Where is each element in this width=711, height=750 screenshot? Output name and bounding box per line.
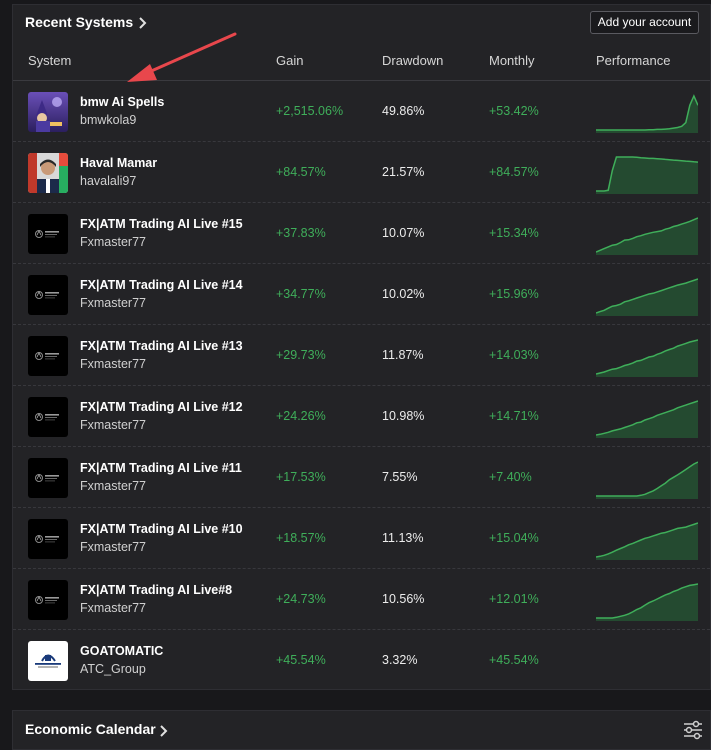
- performance-sparkline: [596, 156, 698, 194]
- gain-value: +24.73%: [276, 592, 326, 606]
- performance-sparkline: [596, 638, 698, 682]
- chevron-right-icon[interactable]: [159, 722, 169, 740]
- add-account-button[interactable]: Add your account: [590, 11, 699, 34]
- spark-line: [596, 94, 698, 131]
- system-user[interactable]: Fxmaster77: [80, 235, 146, 249]
- system-user[interactable]: Fxmaster77: [80, 357, 146, 371]
- col-drawdown[interactable]: Drawdown: [382, 53, 443, 68]
- monthly-value: +14.03%: [489, 348, 539, 362]
- drawdown-value: 49.86%: [382, 104, 425, 118]
- performance-sparkline: [596, 217, 698, 255]
- panel-header: Recent Systems Add your account: [13, 5, 710, 41]
- sliders-icon[interactable]: [682, 720, 704, 740]
- col-gain[interactable]: Gain: [276, 53, 303, 68]
- chevron-right-icon[interactable]: [138, 14, 148, 32]
- system-name[interactable]: bmw Ai Spells: [80, 95, 164, 109]
- system-name[interactable]: GOATOMATIC: [80, 644, 163, 658]
- person-avatar[interactable]: [28, 153, 68, 193]
- monthly-value: +7.40%: [489, 470, 532, 484]
- performance-sparkline: [596, 339, 698, 377]
- system-row[interactable]: FX|ATM Trading AI Live #11 Fxmaster77 +17.…: [13, 447, 710, 508]
- system-row[interactable]: FX|ATM Trading AI Live #13 Fxmaster77 +29.…: [13, 325, 710, 386]
- recent-systems-panel: Recent Systems Add your account System G…: [12, 4, 711, 690]
- system-row[interactable]: GOATOMATIC ATC_Group +45.54% 3.32% +45.54%: [13, 630, 710, 691]
- system-name[interactable]: FX|ATM Trading AI Live #14: [80, 278, 243, 292]
- monthly-value: +12.01%: [489, 592, 539, 606]
- system-name[interactable]: Haval Mamar: [80, 156, 157, 170]
- gain-value: +45.54%: [276, 653, 326, 667]
- fxatm-logo[interactable]: [28, 336, 68, 376]
- goatomatic-logo[interactable]: [28, 641, 68, 681]
- wizard-avatar[interactable]: [28, 92, 68, 132]
- drawdown-value: 10.07%: [382, 226, 425, 240]
- fxatm-logo[interactable]: [28, 458, 68, 498]
- drawdown-value: 3.32%: [382, 653, 418, 667]
- monthly-value: +15.04%: [489, 531, 539, 545]
- drawdown-value: 10.56%: [382, 592, 425, 606]
- system-user[interactable]: Fxmaster77: [80, 601, 146, 615]
- gain-value: +24.26%: [276, 409, 326, 423]
- col-performance: Performance: [596, 53, 671, 68]
- calendar-title[interactable]: Economic Calendar: [25, 721, 156, 737]
- gain-value: +84.57%: [276, 165, 326, 179]
- performance-sparkline: [596, 461, 698, 499]
- system-user[interactable]: bmwkola9: [80, 113, 136, 127]
- system-name[interactable]: FX|ATM Trading AI Live #13: [80, 339, 243, 353]
- spark-area: [596, 96, 698, 133]
- fxatm-logo[interactable]: [28, 214, 68, 254]
- system-name[interactable]: FX|ATM Trading AI Live#8: [80, 583, 232, 597]
- system-row[interactable]: FX|ATM Trading AI Live #10 Fxmaster77 +18.…: [13, 508, 710, 569]
- system-user[interactable]: Fxmaster77: [80, 418, 146, 432]
- system-user[interactable]: havalali97: [80, 174, 136, 188]
- col-system[interactable]: System: [28, 53, 71, 68]
- fxatm-logo[interactable]: [28, 519, 68, 559]
- system-row[interactable]: bmw Ai Spells bmwkola9 +2,515.06% 49.86% +53…: [13, 81, 710, 142]
- fxatm-logo[interactable]: [28, 275, 68, 315]
- gain-value: +29.73%: [276, 348, 326, 362]
- monthly-value: +45.54%: [489, 653, 539, 667]
- system-row[interactable]: Haval Mamar havalali97 +84.57% 21.57% +84.57…: [13, 142, 710, 203]
- monthly-value: +53.42%: [489, 104, 539, 118]
- panel-title[interactable]: Recent Systems: [25, 14, 133, 30]
- system-user[interactable]: Fxmaster77: [80, 540, 146, 554]
- col-monthly[interactable]: Monthly: [489, 53, 535, 68]
- drawdown-value: 10.02%: [382, 287, 425, 301]
- system-row[interactable]: FX|ATM Trading AI Live #14 Fxmaster77 +34.…: [13, 264, 710, 325]
- monthly-value: +14.71%: [489, 409, 539, 423]
- fxatm-logo[interactable]: [28, 397, 68, 437]
- performance-sparkline: [596, 583, 698, 621]
- performance-sparkline: [596, 522, 698, 560]
- system-user[interactable]: Fxmaster77: [80, 296, 146, 310]
- system-name[interactable]: FX|ATM Trading AI Live #11: [80, 461, 242, 475]
- gain-value: +17.53%: [276, 470, 326, 484]
- monthly-value: +15.96%: [489, 287, 539, 301]
- system-user[interactable]: ATC_Group: [80, 662, 146, 676]
- system-name[interactable]: FX|ATM Trading AI Live #12: [80, 400, 243, 414]
- system-name[interactable]: FX|ATM Trading AI Live #10: [80, 522, 243, 536]
- system-user[interactable]: Fxmaster77: [80, 479, 146, 493]
- drawdown-value: 21.57%: [382, 165, 425, 179]
- drawdown-value: 10.98%: [382, 409, 425, 423]
- system-name[interactable]: FX|ATM Trading AI Live #15: [80, 217, 243, 231]
- system-row[interactable]: FX|ATM Trading AI Live #12 Fxmaster77 +24.…: [13, 386, 710, 447]
- system-row[interactable]: FX|ATM Trading AI Live#8 Fxmaster77 +24.73…: [13, 569, 710, 630]
- system-row[interactable]: FX|ATM Trading AI Live #15 Fxmaster77 +37.…: [13, 203, 710, 264]
- performance-sparkline: [596, 94, 698, 133]
- spark-area: [596, 584, 698, 621]
- drawdown-value: 7.55%: [382, 470, 418, 484]
- gain-value: +2,515.06%: [276, 104, 344, 118]
- drawdown-value: 11.13%: [382, 531, 424, 545]
- spark-area: [596, 523, 698, 560]
- drawdown-value: 11.87%: [382, 348, 424, 362]
- gain-value: +34.77%: [276, 287, 326, 301]
- performance-sparkline: [596, 278, 698, 316]
- monthly-value: +15.34%: [489, 226, 539, 240]
- fxatm-logo[interactable]: [28, 580, 68, 620]
- gain-value: +18.57%: [276, 531, 326, 545]
- performance-sparkline: [596, 400, 698, 438]
- gain-value: +37.83%: [276, 226, 326, 240]
- monthly-value: +84.57%: [489, 165, 539, 179]
- economic-calendar-panel: Economic Calendar: [12, 710, 711, 750]
